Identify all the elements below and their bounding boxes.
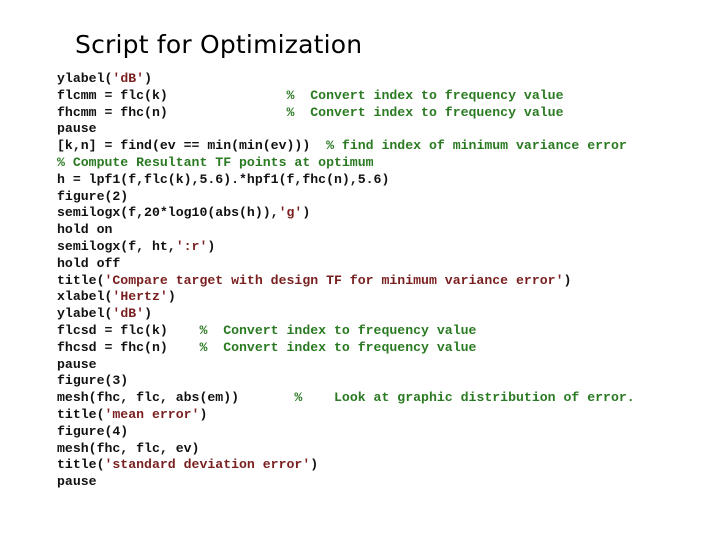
code-comment: % Convert index to frequency value: [199, 339, 477, 355]
code-text: xlabel(: [57, 289, 113, 305]
code-text: ): [302, 205, 311, 221]
code-string: ':r': [175, 238, 208, 254]
code-text: h = lpf1(f,flc(k),5.6).*hpf1(f,fhc(n),5.…: [57, 171, 390, 187]
code-text: mesh(fhc, flc, ev): [57, 440, 200, 456]
code-line: pause: [57, 357, 635, 374]
code-string: 'standard deviation error': [104, 457, 311, 473]
code-text: flcmm = flc(k): [57, 87, 287, 103]
code-line: pause: [57, 474, 635, 491]
code-text: pause: [57, 474, 97, 490]
code-string: 'mean error': [104, 406, 200, 422]
code-line: title('mean error'): [57, 407, 635, 424]
code-comment: % Convert index to frequency value: [286, 87, 564, 103]
code-text: flcsd = flc(k): [57, 322, 200, 338]
code-string: 'Hertz': [112, 289, 168, 305]
code-line: % Compute Resultant TF points at optimum: [57, 155, 635, 172]
code-text: ): [310, 457, 319, 473]
code-line: mesh(fhc, flc, abs(em)) % Look at graphi…: [57, 390, 635, 407]
code-line: h = lpf1(f,flc(k),5.6).*hpf1(f,fhc(n),5.…: [57, 172, 635, 189]
code-text: fhcmm = fhc(n): [57, 104, 287, 120]
code-text: hold on: [57, 222, 113, 238]
code-line: flcmm = flc(k) % Convert index to freque…: [57, 88, 635, 105]
code-text: ylabel(: [57, 71, 113, 86]
code-text: [k,n] = find(ev == min(min(ev))): [57, 138, 327, 154]
code-line: figure(3): [57, 373, 635, 390]
code-comment: % find index of minimum variance error: [326, 138, 627, 154]
slide-title: Script for Optimization: [75, 30, 363, 59]
code-text: ): [199, 406, 208, 422]
code-string: 'Compare target with design TF for minim…: [104, 272, 564, 288]
code-text: ): [167, 289, 176, 305]
code-string: 'g': [278, 205, 303, 221]
code-comment: % Convert index to frequency value: [199, 322, 477, 338]
code-text: semilogx(f,20*log10(abs(h)),: [57, 205, 279, 221]
code-text: figure(4): [57, 423, 129, 439]
code-line: ylabel('dB'): [57, 71, 635, 88]
code-line: [k,n] = find(ev == min(min(ev))) % find …: [57, 138, 635, 155]
code-line: mesh(fhc, flc, ev): [57, 441, 635, 458]
code-line: fhcmm = fhc(n) % Convert index to freque…: [57, 105, 635, 122]
code-comment: % Look at graphic distribution of error.: [294, 390, 635, 406]
code-line: ylabel('dB'): [57, 306, 635, 323]
code-text: semilogx(f, ht,: [57, 238, 176, 254]
code-text: pause: [57, 121, 97, 137]
code-text: pause: [57, 356, 97, 372]
code-text: ): [207, 238, 216, 254]
code-text: ): [144, 306, 152, 322]
matlab-code-block: ylabel('dB') flcmm = flc(k) % Convert ind…: [57, 71, 635, 491]
code-text: hold off: [57, 255, 121, 271]
code-line: semilogx(f,20*log10(abs(h)),'g'): [57, 205, 635, 222]
code-text: ylabel(: [57, 306, 113, 322]
code-text: title(: [57, 406, 105, 422]
code-comment: % Compute Resultant TF points at optimum: [57, 154, 374, 170]
code-text: figure(3): [57, 373, 129, 389]
code-line: semilogx(f, ht,':r'): [57, 239, 635, 256]
code-text: mesh(fhc, flc, abs(em)): [57, 390, 295, 406]
code-line: xlabel('Hertz'): [57, 289, 635, 306]
code-line: hold off: [57, 256, 635, 273]
code-text: title(: [57, 272, 105, 288]
code-line: flcsd = flc(k) % Convert index to freque…: [57, 323, 635, 340]
code-text: ): [563, 272, 572, 288]
code-line: hold on: [57, 222, 635, 239]
code-text: figure(2): [57, 188, 129, 204]
code-comment: % Convert index to frequency value: [286, 104, 564, 120]
code-string: 'dB': [112, 306, 145, 322]
code-line: fhcsd = fhc(n) % Convert index to freque…: [57, 340, 635, 357]
code-line: figure(2): [57, 189, 635, 206]
code-text: ): [144, 71, 152, 86]
code-line: pause: [57, 121, 635, 138]
code-text: fhcsd = fhc(n): [57, 339, 200, 355]
code-line: figure(4): [57, 424, 635, 441]
code-line: title('standard deviation error'): [57, 457, 635, 474]
code-string: 'dB': [112, 71, 145, 86]
code-text: title(: [57, 457, 105, 473]
code-line: title('Compare target with design TF for…: [57, 273, 635, 290]
